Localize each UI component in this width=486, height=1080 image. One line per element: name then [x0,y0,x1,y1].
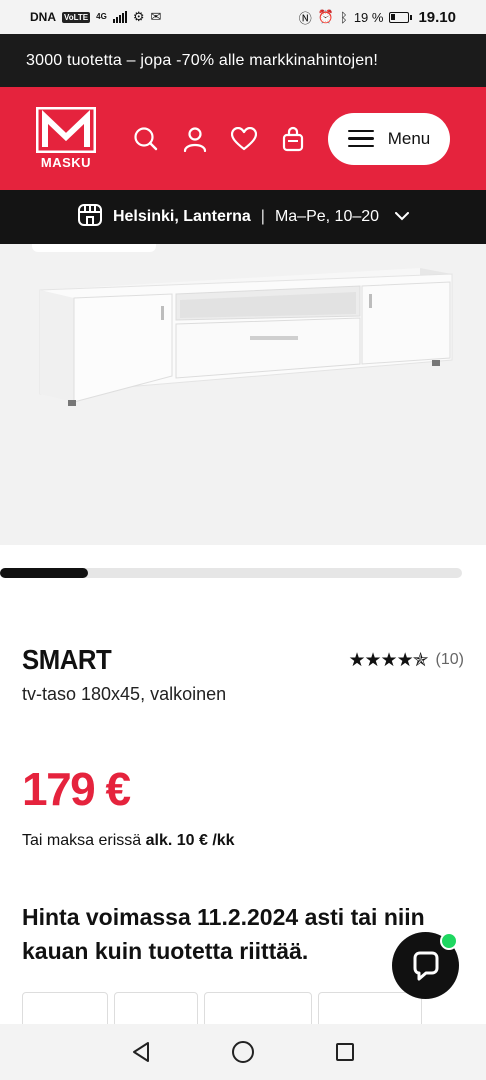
store-name: Helsinki, Lanterna [112,208,251,225]
signal-icon [112,11,127,23]
store-selector[interactable]: Helsinki, Lanterna | Ma–Pe, 10–20 [0,190,486,244]
battery-percent: 19 % [353,9,384,25]
chat-icon [413,951,438,980]
battery-icon [389,11,413,23]
menu-button[interactable]: Menu [328,112,450,165]
volte-icon: VoLTE [62,11,91,23]
status-left: DNA VoLTE 4G ⚙ ✉ [30,9,161,25]
user-icon[interactable] [181,125,209,153]
product-image[interactable] [0,244,486,545]
carrier-label: DNA [30,10,56,24]
logo-mark-icon [36,107,96,153]
promo-banner[interactable]: 3000 tuotetta – jopa -70% alle markkinah… [0,34,486,87]
tv-stand-image [39,268,453,406]
promo-text: 3000 tuotetta – jopa -70% alle markkinah… [26,51,379,69]
status-right: Ⓝ ⏰ ᛒ 19 % 19.10 [299,8,456,27]
product-price: 179 € [22,763,131,815]
network-type: 4G [96,12,107,21]
bluetooth-icon: ᛒ [340,9,348,25]
masku-logo[interactable]: MASKU [34,107,98,170]
settings-icon: ⚙ [132,9,145,24]
home-icon[interactable] [228,1037,258,1067]
nfc-icon: Ⓝ [298,10,312,26]
search-icon[interactable] [132,125,160,153]
installment-prefix: Tai maksa erissä [22,832,142,849]
store-hours: Ma–Pe, 10–20 [274,208,380,225]
status-bar: DNA VoLTE 4G ⚙ ✉ Ⓝ ⏰ ᛒ 19 % 19.10 [0,0,486,34]
product-rating[interactable]: ★★★★✯ (10) [348,649,464,672]
title-row: SMART ★★★★✯ (10) [22,644,464,676]
back-icon[interactable] [126,1037,156,1067]
header-actions [132,125,307,153]
star-rating-icon: ★★★★✯ [348,649,428,671]
installment-amount: alk. 10 € /kk [145,832,235,849]
brand-name: MASKU [40,155,92,170]
online-status-dot [440,932,458,950]
review-count: (10) [435,651,464,668]
store-icon [77,203,103,232]
price-validity: Hinta voimassa 11.2.2024 asti tai niin k… [22,904,425,964]
alarm-icon: ⏰ [317,9,334,24]
system-nav-bar [0,1024,486,1080]
bag-icon[interactable] [279,125,307,153]
installment-info: Tai maksa erissä alk. 10 € /kk [22,832,235,850]
carousel-progress-fill [0,568,88,578]
site-header: MASKU Menu [0,87,486,190]
carousel-progress[interactable] [0,568,462,578]
hamburger-icon [347,129,374,148]
product-title: SMART [22,644,112,675]
menu-label: Menu [387,128,431,148]
store-separator: | [260,208,265,225]
clock: 19.10 [418,8,456,26]
recents-icon[interactable] [330,1037,360,1067]
heart-icon[interactable] [230,125,258,153]
message-icon: ✉ [150,9,162,24]
product-description: tv-taso 180x45, valkoinen [22,684,227,704]
chevron-down-icon [395,208,410,226]
product-info: SMART ★★★★✯ (10) tv-taso 180x45, valkoin… [22,644,464,705]
